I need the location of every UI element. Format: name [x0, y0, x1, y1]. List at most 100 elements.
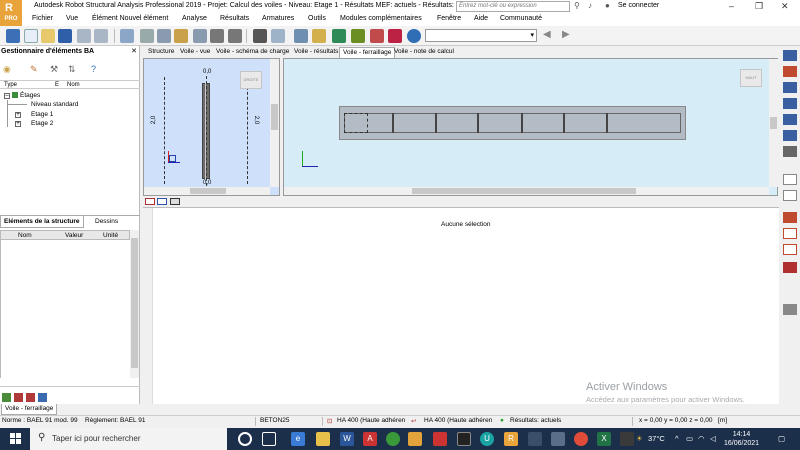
elevation-viewport[interactable]: 0,0 2,0 2,0 0,0 DROITE [143, 58, 280, 196]
taskbar-search-input[interactable]: ⚲ Taper ici pour rechercher [30, 428, 227, 450]
scrollbar-thumb[interactable] [271, 104, 278, 130]
robot-taskbar-icon[interactable]: R [504, 432, 518, 446]
cut-icon[interactable] [140, 29, 154, 43]
app-taskbar-icon[interactable] [528, 432, 542, 446]
capture-icon[interactable] [120, 29, 134, 43]
app-red-icon[interactable] [433, 432, 447, 446]
acrobat-icon[interactable]: A [363, 432, 377, 446]
table-view-icon[interactable] [145, 198, 155, 205]
menu-fenetre[interactable]: Fenêtre [437, 15, 461, 22]
app-taskbar-icon-2[interactable] [551, 432, 565, 446]
menu-vue[interactable]: Vue [66, 15, 78, 22]
app-gray-icon[interactable] [620, 432, 634, 446]
minimize-icon[interactable]: – [729, 1, 734, 11]
print-preview-icon[interactable] [77, 29, 91, 43]
zoom-icon[interactable] [312, 29, 326, 43]
notifications-icon[interactable]: ▢ [778, 434, 785, 443]
excel-icon[interactable]: X [597, 432, 611, 446]
help-search-input[interactable]: Entrez mot-clé ou expression [456, 1, 570, 12]
app-teal-icon[interactable]: U [480, 432, 494, 446]
edit-reinforcement-icon[interactable] [783, 66, 797, 77]
tree-item-etages[interactable]: Étages [20, 92, 40, 99]
menu-armatures[interactable]: Armatures [262, 15, 294, 22]
viewport-hscrollbar[interactable] [284, 187, 769, 195]
taskbar-clock[interactable]: 14:14 16/06/2021 [724, 430, 759, 448]
tab-voile-resultats[interactable]: Voile - résultats [291, 47, 341, 58]
scrollbar-thumb[interactable] [770, 117, 777, 129]
menu-analyse[interactable]: Analyse [182, 15, 207, 22]
app-green-icon[interactable] [386, 432, 400, 446]
clipboard-icon[interactable] [193, 29, 207, 43]
arrow-left-icon[interactable]: ◀ [543, 29, 551, 40]
calculate-icon[interactable] [332, 29, 346, 43]
bell-icon[interactable]: ♪ [588, 1, 592, 10]
wall-plan[interactable] [339, 106, 686, 140]
print-icon[interactable] [38, 393, 47, 402]
help-icon[interactable] [407, 29, 421, 43]
section-view-icon[interactable] [170, 198, 180, 205]
redo-icon[interactable] [228, 29, 242, 43]
help-icon[interactable]: ? [91, 64, 96, 74]
reinforcement-icon[interactable] [370, 29, 384, 43]
close-icon[interactable]: ✕ [781, 1, 789, 12]
menu-modules[interactable]: Modules complémentaires [340, 15, 422, 22]
table-icon[interactable] [271, 29, 285, 43]
tab-elements-structure[interactable]: Eléments de la structure [0, 216, 84, 228]
open-icon[interactable]: ◉ [3, 64, 11, 75]
beam-icon[interactable] [783, 114, 797, 125]
temperature-text[interactable]: 37°C [648, 434, 665, 443]
volume-icon[interactable]: ◁ [710, 434, 716, 443]
drawing-icon[interactable] [14, 393, 23, 402]
tab-voile-ferraillage-bottom[interactable]: Voile - ferraillage [1, 404, 58, 415]
tab-structure[interactable]: Structure [145, 47, 177, 58]
grid-view-icon[interactable] [157, 198, 167, 205]
menu-aide[interactable]: Aide [474, 15, 488, 22]
column-icon[interactable] [783, 98, 797, 109]
edge-icon[interactable]: e [291, 432, 305, 446]
zoom-window-icon[interactable] [294, 29, 308, 43]
section-cut-icon[interactable] [783, 228, 797, 239]
file-explorer-icon[interactable] [316, 432, 330, 446]
display-icon[interactable] [253, 29, 267, 43]
filter-icon[interactable]: ⚒ [50, 64, 58, 75]
print-icon[interactable] [94, 29, 108, 43]
scrollbar-thumb[interactable] [412, 188, 636, 194]
more-tools-icon[interactable] [783, 304, 797, 315]
copy-icon[interactable] [157, 29, 171, 43]
word-icon[interactable]: W [340, 432, 354, 446]
user-icon[interactable]: ● [605, 1, 610, 10]
tools-icon[interactable] [388, 29, 402, 43]
viewport-scrollbar[interactable] [270, 59, 279, 187]
tab-voile-schema-charge[interactable]: Voile - schéma de charge [213, 47, 292, 58]
scale-icon[interactable] [783, 174, 797, 185]
search-icon[interactable]: ⚲ [574, 1, 580, 10]
tree-item-niveau-standard[interactable]: Niveau standard [31, 101, 78, 108]
network-icon[interactable]: ▭ [686, 434, 693, 443]
view-selector-dropdown[interactable]: ▾ [425, 29, 537, 42]
save-icon[interactable] [58, 29, 72, 43]
tab-voile-ferraillage[interactable]: Voile - ferraillage [339, 47, 396, 58]
settings-icon[interactable] [783, 146, 797, 157]
tab-voile-vue[interactable]: Voile - vue [177, 47, 213, 58]
supports-icon[interactable] [783, 244, 797, 255]
scrollbar-thumb[interactable] [131, 238, 138, 368]
edit-icon[interactable]: ✎ [30, 64, 38, 75]
tree-item-etage-1[interactable]: Etage 1 [31, 111, 53, 118]
properties-scrollbar[interactable] [130, 230, 139, 378]
expand-icon[interactable]: + [15, 121, 21, 127]
collapse-icon[interactable]: – [4, 93, 10, 99]
menu-communaute[interactable]: Communauté [500, 15, 542, 22]
menu-element[interactable]: Élément Nouvel élément [92, 15, 168, 22]
dimension-icon[interactable] [783, 190, 797, 201]
undo-icon[interactable] [210, 29, 224, 43]
cortana-icon[interactable] [238, 432, 252, 446]
paste-icon[interactable] [174, 29, 188, 43]
tab-dessins[interactable]: Dessins [92, 216, 121, 228]
viewcube-icon[interactable]: DROITE [240, 71, 262, 89]
reinforcement-icon[interactable] [783, 50, 797, 61]
wifi-icon[interactable]: ◠ [698, 434, 705, 443]
app-dark-icon[interactable] [457, 432, 471, 446]
open-folder-icon[interactable] [41, 29, 55, 43]
wall-icon[interactable] [783, 82, 797, 93]
load-icon[interactable] [783, 212, 797, 223]
